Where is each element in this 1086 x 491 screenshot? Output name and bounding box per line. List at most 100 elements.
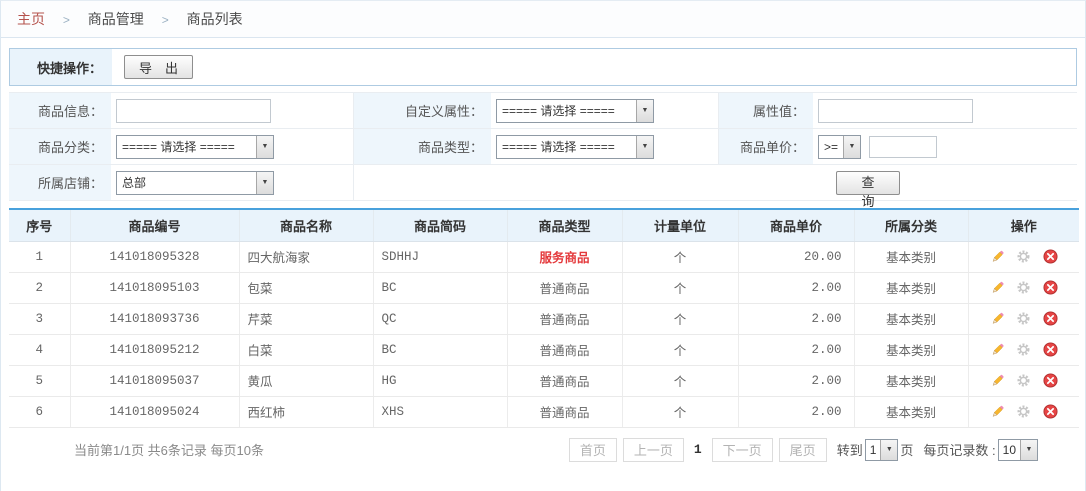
edit-icon[interactable] [990, 342, 1005, 357]
shop-select[interactable]: 总部 ▼ [116, 171, 274, 195]
quick-actions-bar: 快捷操作： 导 出 [9, 48, 1077, 86]
table-row: 1 141018095328 四大航海家 SDHHJ 服务商品 个 20.00 … [9, 241, 1079, 272]
quick-actions-label: 快捷操作： [10, 49, 112, 85]
edit-icon[interactable] [990, 373, 1005, 388]
current-page-number: 1 [694, 442, 702, 457]
col-header-unit: 计量单位 [622, 209, 738, 241]
cell-short-code: BC [373, 334, 507, 365]
settings-gear-icon[interactable] [1016, 373, 1031, 388]
settings-gear-icon[interactable] [1016, 404, 1031, 419]
settings-gear-icon[interactable] [1016, 342, 1031, 357]
table-row: 5 141018095037 黄瓜 HG 普通商品 个 2.00 基本类别 [9, 365, 1079, 396]
per-page-label: 每页记录数 : [923, 440, 995, 459]
cell-price: 2.00 [738, 334, 854, 365]
shop-label: 所属店铺： [9, 165, 111, 200]
cell-code: 141018095037 [70, 365, 239, 396]
chevron-down-icon: ▼ [1020, 440, 1037, 460]
category-select[interactable]: ===== 请选择 ===== ▼ [116, 135, 274, 159]
settings-gear-icon[interactable] [1016, 280, 1031, 295]
category-label: 商品分类： [9, 129, 111, 164]
first-page-button[interactable]: 首页 [569, 438, 617, 462]
cell-seq: 2 [9, 272, 70, 303]
cell-seq: 3 [9, 303, 70, 334]
cell-type: 普通商品 [507, 365, 622, 396]
cell-name: 四大航海家 [239, 241, 373, 272]
edit-icon[interactable] [990, 249, 1005, 264]
edit-icon[interactable] [990, 404, 1005, 419]
col-header-short-code: 商品简码 [373, 209, 507, 241]
product-type-label: 商品类型： [354, 129, 491, 164]
cell-category: 基本类别 [854, 334, 968, 365]
per-page-select[interactable]: 10 ▼ [998, 439, 1038, 461]
chevron-down-icon: ▼ [636, 136, 653, 158]
cell-category: 基本类别 [854, 396, 968, 427]
delete-icon[interactable] [1043, 404, 1058, 419]
price-operator-select[interactable]: >= ▼ [818, 135, 861, 159]
cell-short-code: HG [373, 365, 507, 396]
cell-type: 普通商品 [507, 303, 622, 334]
product-info-label: 商品信息： [9, 93, 111, 128]
prev-page-button[interactable]: 上一页 [623, 438, 684, 462]
breadcrumb-separator: > [162, 13, 169, 27]
cell-price: 2.00 [738, 396, 854, 427]
unit-price-input[interactable] [869, 136, 937, 158]
col-header-seq: 序号 [9, 209, 70, 241]
cell-code: 141018093736 [70, 303, 239, 334]
cell-seq: 4 [9, 334, 70, 365]
attr-value-input[interactable] [818, 99, 973, 123]
col-header-price: 商品单价 [738, 209, 854, 241]
cell-seq: 1 [9, 241, 70, 272]
delete-icon[interactable] [1043, 342, 1058, 357]
table-row: 4 141018095212 白菜 BC 普通商品 个 2.00 基本类别 [9, 334, 1079, 365]
cell-type: 普通商品 [507, 272, 622, 303]
edit-icon[interactable] [990, 280, 1005, 295]
search-button[interactable]: 查 询 [836, 171, 900, 195]
breadcrumb-home-link[interactable]: 主页 [17, 11, 45, 27]
cell-name: 包菜 [239, 272, 373, 303]
cell-unit: 个 [622, 365, 738, 396]
cell-code: 141018095024 [70, 396, 239, 427]
cell-price: 2.00 [738, 365, 854, 396]
cell-unit: 个 [622, 334, 738, 365]
cell-code: 141018095328 [70, 241, 239, 272]
settings-gear-icon[interactable] [1016, 249, 1031, 264]
table-header-row: 序号 商品编号 商品名称 商品简码 商品类型 计量单位 商品单价 所属分类 操作 [9, 209, 1079, 241]
cell-price: 2.00 [738, 272, 854, 303]
attr-value-label: 属性值： [719, 93, 813, 128]
breadcrumb-item-product-management[interactable]: 商品管理 [88, 11, 144, 27]
cell-short-code: QC [373, 303, 507, 334]
delete-icon[interactable] [1043, 280, 1058, 295]
cell-actions [968, 396, 1079, 427]
cell-actions [968, 241, 1079, 272]
edit-icon[interactable] [990, 311, 1005, 326]
table-row: 6 141018095024 西红柿 XHS 普通商品 个 2.00 基本类别 [9, 396, 1079, 427]
breadcrumb: 主页 > 商品管理 > 商品列表 [1, 1, 1085, 38]
goto-page-select[interactable]: 1 ▼ [865, 439, 899, 461]
cell-seq: 5 [9, 365, 70, 396]
custom-attr-label: 自定义属性： [354, 93, 491, 128]
next-page-button[interactable]: 下一页 [712, 438, 773, 462]
cell-price: 2.00 [738, 303, 854, 334]
breadcrumb-separator: > [63, 13, 70, 27]
cell-actions [968, 334, 1079, 365]
col-header-actions: 操作 [968, 209, 1079, 241]
product-info-input[interactable] [116, 99, 271, 123]
cell-actions [968, 365, 1079, 396]
export-button[interactable]: 导 出 [124, 55, 193, 79]
settings-gear-icon[interactable] [1016, 311, 1031, 326]
product-list-page: 主页 > 商品管理 > 商品列表 快捷操作： 导 出 商品信息： 自定义属性： … [0, 0, 1086, 491]
cell-category: 基本类别 [854, 241, 968, 272]
cell-unit: 个 [622, 303, 738, 334]
delete-icon[interactable] [1043, 249, 1058, 264]
delete-icon[interactable] [1043, 373, 1058, 388]
delete-icon[interactable] [1043, 311, 1058, 326]
last-page-button[interactable]: 尾页 [779, 438, 827, 462]
chevron-down-icon: ▼ [636, 100, 653, 122]
product-type-select[interactable]: ===== 请选择 ===== ▼ [496, 135, 654, 159]
col-header-code: 商品编号 [70, 209, 239, 241]
unit-price-label: 商品单价： [719, 129, 813, 164]
cell-category: 基本类别 [854, 303, 968, 334]
col-header-name: 商品名称 [239, 209, 373, 241]
custom-attr-select[interactable]: ===== 请选择 ===== ▼ [496, 99, 654, 123]
cell-type: 普通商品 [507, 334, 622, 365]
